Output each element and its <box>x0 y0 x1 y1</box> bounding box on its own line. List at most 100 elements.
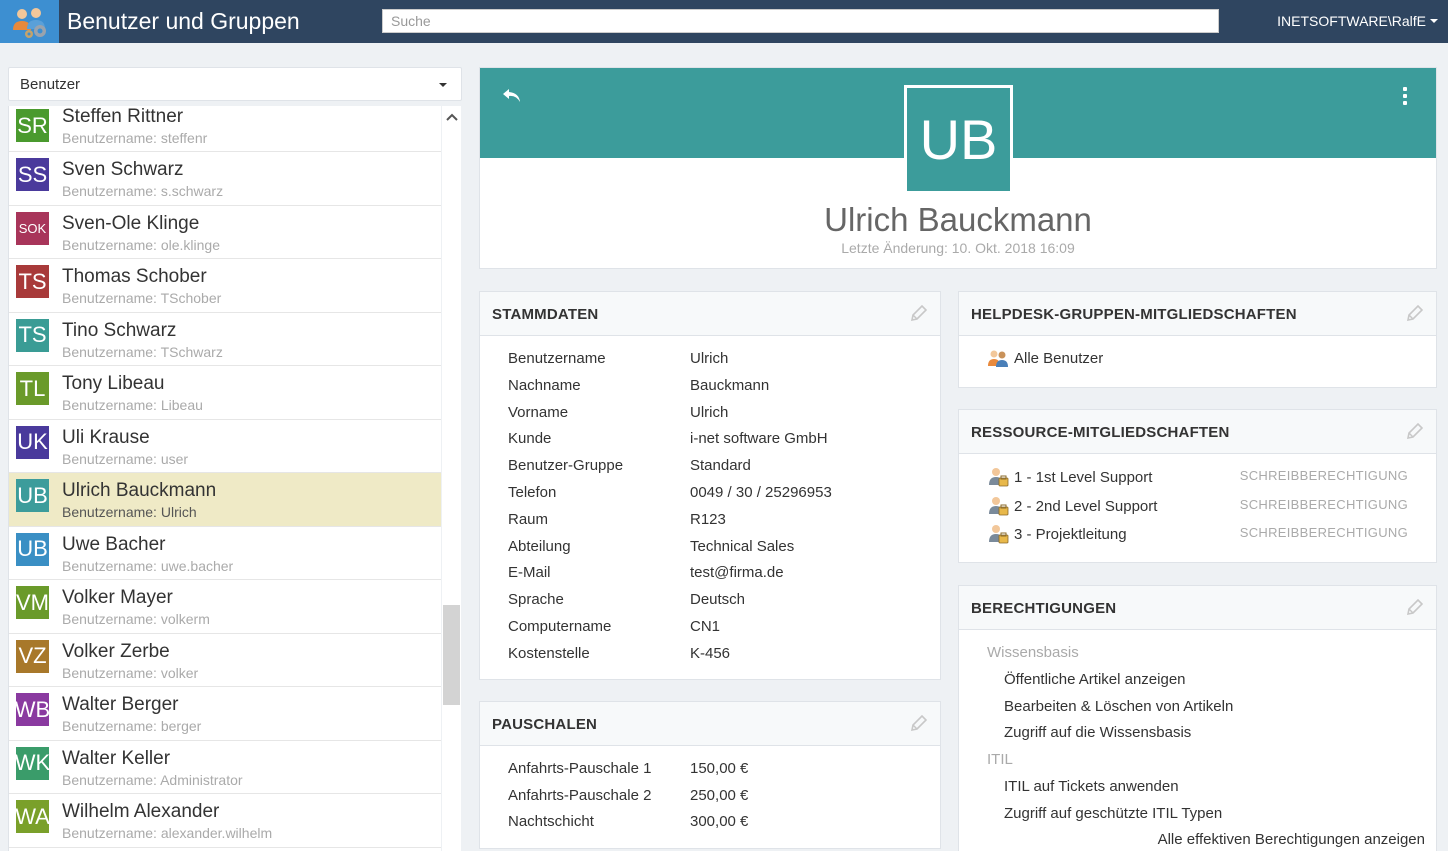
permission-item: Öffentliche Artikel anzeigen <box>1004 670 1186 688</box>
user-name: Ulrich Bauckmann <box>62 480 217 501</box>
user-avatar: SS <box>16 158 49 191</box>
user-name: Uwe Bacher <box>62 533 166 555</box>
card-header: PAUSCHALEN <box>480 702 940 746</box>
field-label: Raum <box>508 510 549 528</box>
field-label: Sprache <box>508 591 564 609</box>
field-label: Kunde <box>508 430 552 448</box>
user-login-label: Benutzername: <box>62 343 157 360</box>
field-label: E-Mail <box>508 564 551 582</box>
field-value: Ulrich <box>690 403 729 421</box>
more-vertical-icon[interactable] <box>1400 86 1410 106</box>
field-value: CN1 <box>690 618 721 635</box>
user-list-item[interactable]: UB Uwe Bacher Benutzername: uwe.bacher <box>9 526 441 580</box>
user-login-value: s.schwarz <box>160 183 224 199</box>
user-avatar: TS <box>16 265 49 298</box>
field-label: Anfahrts-Pauschale 2 <box>508 786 652 804</box>
user-list-item[interactable]: VZ Volker Zerbe Benutzername: volker <box>9 633 441 687</box>
user-menu[interactable]: INETSOFTWARE\RalfE <box>1277 13 1438 29</box>
user-name: Tony Libeau <box>62 373 165 394</box>
field-value: R123 <box>690 510 726 528</box>
user-name: Sven Schwarz <box>62 159 184 180</box>
user-list-item[interactable]: TL Tony Libeau Benutzername: Libeau <box>9 366 441 420</box>
card-title: BERECHTIGUNGEN <box>971 600 1117 617</box>
user-list[interactable]: SR Steffen Rittner Benutzername: steffenr S… <box>8 106 441 851</box>
field-label: Abteilung <box>508 537 571 555</box>
field-label: Benutzer-Gruppe <box>508 457 624 475</box>
scroll-up-icon[interactable] <box>445 112 458 122</box>
user-name: Sven-Ole Klinge <box>62 212 200 234</box>
search-input[interactable] <box>382 9 1219 33</box>
user-login-label: Benutzername: <box>62 718 157 734</box>
user-avatar: WA <box>15 800 50 833</box>
scroll-thumb[interactable] <box>443 605 460 705</box>
user-login: Benutzername: volkerm <box>62 611 210 627</box>
type-select[interactable]: Benutzer <box>8 67 462 101</box>
user-list-item[interactable]: TS Thomas Schober Benutzername: TSchober <box>9 259 441 313</box>
user-list-item[interactable]: SS Sven Schwarz Benutzername: s.schwarz <box>9 152 441 206</box>
edit-pencil-icon[interactable] <box>909 713 929 733</box>
resource-name[interactable]: 2 - 2nd Level Support <box>1014 498 1157 515</box>
edit-pencil-icon[interactable] <box>1405 421 1425 441</box>
user-name: Walter Keller <box>62 747 171 769</box>
card-header: BERECHTIGUNGEN <box>959 586 1436 630</box>
resource-name[interactable]: 3 - Projektleitung <box>1014 526 1127 543</box>
permission-item: Zugriff auf die Wissensbasis <box>1004 724 1192 742</box>
user-login-value: TSchwarz <box>160 343 223 360</box>
type-select-value: Benutzer <box>20 75 81 93</box>
back-icon[interactable] <box>500 84 524 108</box>
field-label: Anfahrts-Pauschale 1 <box>508 760 652 777</box>
stammdaten-card: STAMMDATEN Benutzername Ulrich Nachname Bau… <box>479 291 941 680</box>
user-avatar: SOK <box>16 211 49 245</box>
field-label: Kostenstelle <box>508 644 590 662</box>
user-login-value: steffenr <box>160 130 208 146</box>
user-login-label: Benutzername: <box>62 450 157 467</box>
avatar-initials: UB <box>907 88 1010 191</box>
user-login-value: Ulrich <box>160 504 197 520</box>
resource-memberships-card: RESSOURCE-MITGLIEDSCHAFTEN 1 - 1st Level… <box>958 409 1437 563</box>
user-login-label: Benutzername: <box>62 236 157 253</box>
resource-name[interactable]: 1 - 1st Level Support <box>1014 469 1152 486</box>
field-value: Ulrich <box>690 350 729 367</box>
field-value: Technical Sales <box>690 537 795 555</box>
permission-badge: SCHREIBBERECHTIGUNG <box>1239 468 1408 483</box>
show-all-permissions-link[interactable]: Alle effektiven Berechtigungen anzeigen <box>1158 831 1425 848</box>
field-label: Nachtschicht <box>508 813 594 830</box>
top-bar: Benutzer und Gruppen INETSOFTWARE\RalfE <box>0 0 1448 43</box>
user-login: Benutzername: user <box>62 451 188 467</box>
user-list-item[interactable]: VM Volker Mayer Benutzername: volkerm <box>9 580 441 634</box>
user-list-item[interactable]: SOK Sven-Ole Klinge Benutzername: ole.klin… <box>9 205 441 259</box>
user-list-item[interactable]: UB Ulrich Bauckmann Benutzername: Ulrich <box>9 473 441 527</box>
user-login-value: Administrator <box>160 771 243 788</box>
permission-item: ITIL auf Tickets anwenden <box>1004 778 1179 795</box>
user-login: Benutzername: uwe.bacher <box>62 558 233 574</box>
edit-pencil-icon[interactable] <box>1405 597 1425 617</box>
user-avatar: WB <box>15 693 50 726</box>
user-list-item[interactable]: WA Wilhelm Alexander Benutzername: alexand… <box>9 794 441 848</box>
user-login-label: Benutzername: <box>62 611 157 627</box>
user-login-value: user <box>160 450 189 467</box>
chevron-down-icon <box>1430 19 1438 23</box>
users-gear-icon[interactable] <box>0 0 59 43</box>
pauschalen-card: PAUSCHALEN Anfahrts-Pauschale 1 150,00 € A… <box>479 701 941 849</box>
user-avatar: TS <box>16 318 49 352</box>
user-avatar: WK <box>15 746 50 780</box>
user-list-item[interactable]: UK Uli Krause Benutzername: user <box>9 419 441 473</box>
user-login-value: volker <box>160 664 199 681</box>
field-label: Telefon <box>508 484 557 501</box>
user-list-item[interactable]: WB Walter Berger Benutzername: berger <box>9 687 441 741</box>
app-title: Benutzer und Gruppen <box>67 8 300 34</box>
user-login-label: Benutzername: <box>62 771 157 788</box>
user-name: Volker Mayer <box>62 587 173 608</box>
user-name: Walter Berger <box>62 694 179 715</box>
user-avatar: VZ <box>16 639 49 673</box>
user-login-label: Benutzername: <box>62 557 157 574</box>
user-name: Tino Schwarz <box>62 319 177 341</box>
user-list-item[interactable]: SR Steffen Rittner Benutzername: steffenr <box>9 106 441 152</box>
user-list-item[interactable]: TS Tino Schwarz Benutzername: TSchwarz <box>9 312 441 366</box>
edit-pencil-icon[interactable] <box>1405 303 1425 323</box>
edit-pencil-icon[interactable] <box>909 303 929 323</box>
group-name[interactable]: Alle Benutzer <box>1014 350 1103 367</box>
user-list-item[interactable]: WK Walter Keller Benutzername: Administrat… <box>9 740 441 794</box>
scrollbar[interactable] <box>442 106 461 851</box>
user-avatar: UB <box>16 479 49 512</box>
